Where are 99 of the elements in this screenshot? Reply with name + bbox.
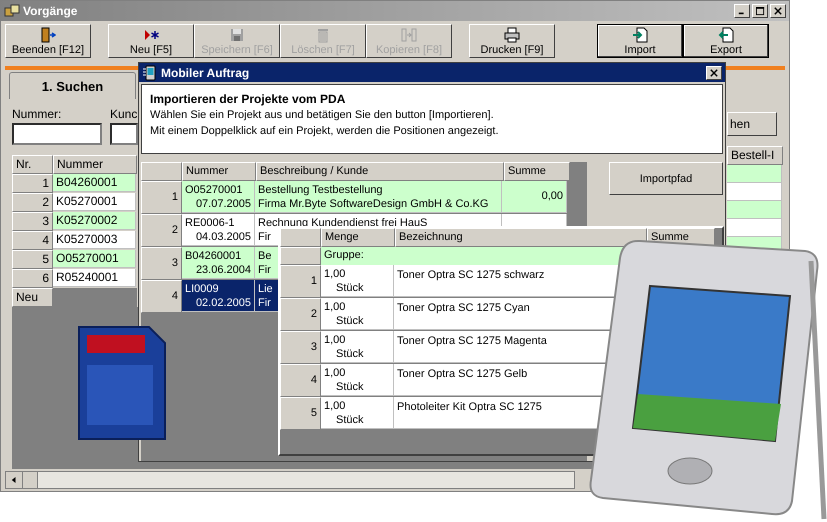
project-date: 23.06.2004 bbox=[196, 263, 251, 277]
project-date: 04.03.2005 bbox=[196, 230, 251, 244]
unit: Stück bbox=[335, 347, 364, 361]
row-number: 6 bbox=[12, 269, 53, 288]
toolbar-button[interactable]: Drucken [F9] bbox=[469, 24, 555, 58]
project-description: Be bbox=[258, 249, 272, 263]
row-number: 3 bbox=[280, 331, 321, 364]
export-document-icon bbox=[718, 26, 734, 42]
column-header: Nr. bbox=[12, 155, 53, 174]
handheld-device-icon bbox=[142, 64, 158, 80]
maximize-icon bbox=[756, 6, 764, 16]
project-number: LI0009 bbox=[185, 282, 219, 296]
trash-can-icon bbox=[315, 26, 331, 42]
unit: Stück bbox=[335, 380, 364, 394]
table-cell: R05240001 bbox=[53, 269, 136, 287]
row-number: 2 bbox=[12, 193, 53, 212]
customer-name: Fir bbox=[258, 296, 271, 310]
toolbar-button[interactable]: Import bbox=[597, 24, 683, 58]
window-title: Vorgänge bbox=[23, 4, 78, 18]
horizontal-scrollbar[interactable] bbox=[5, 471, 575, 489]
customer-name: Fir bbox=[258, 263, 271, 277]
quantity: 1,00 bbox=[324, 399, 346, 413]
quantity: 1,00 bbox=[324, 267, 346, 281]
row-number: 4 bbox=[280, 364, 321, 397]
printer-icon bbox=[504, 26, 520, 42]
project-description: Rechnung Kundendienst frei HauS bbox=[258, 216, 428, 230]
row-number: 5 bbox=[280, 397, 321, 430]
row-number: 2 bbox=[280, 298, 321, 331]
quantity: 1,00 bbox=[324, 333, 346, 347]
row-number: 5 bbox=[12, 250, 53, 269]
new-row-label: Neu bbox=[12, 288, 53, 307]
toolbar-button[interactable]: Export bbox=[683, 24, 769, 58]
project-date: 02.02.2005 bbox=[196, 296, 251, 310]
search-tab[interactable]: 1. Suchen bbox=[9, 72, 136, 99]
project-number: O05270001 bbox=[185, 183, 242, 197]
quantity: 1,00 bbox=[324, 300, 346, 314]
search-button[interactable]: hen bbox=[727, 112, 777, 136]
row-number: 3 bbox=[12, 212, 53, 231]
minimize-button[interactable] bbox=[734, 4, 750, 18]
column-header: Menge bbox=[321, 228, 395, 247]
info-heading: Importieren der Projekte vom PDA bbox=[150, 91, 346, 107]
scroll-thumb[interactable] bbox=[23, 472, 38, 488]
left-arrow-icon bbox=[11, 476, 17, 484]
input-field[interactable] bbox=[12, 123, 102, 145]
unit: Stück bbox=[335, 281, 364, 295]
header-corner bbox=[141, 162, 182, 181]
close-button[interactable] bbox=[706, 66, 722, 80]
quantity: 1,00 bbox=[324, 366, 346, 380]
table-cell bbox=[727, 183, 782, 201]
unit: Stück bbox=[335, 314, 364, 328]
import-document-icon bbox=[632, 26, 648, 42]
door-icon bbox=[40, 26, 56, 42]
row-number: 2 bbox=[141, 214, 182, 247]
field-label: Kunc bbox=[110, 107, 138, 121]
close-icon bbox=[774, 7, 782, 15]
row-number: 4 bbox=[141, 280, 182, 313]
table-cell: K05270003 bbox=[53, 231, 136, 249]
row-number: 1 bbox=[12, 174, 53, 193]
copy-arrows-icon bbox=[401, 26, 417, 42]
unit: Stück bbox=[335, 413, 364, 427]
project-description: Lie bbox=[258, 282, 273, 296]
column-header: Summe bbox=[504, 162, 570, 181]
column-header: Nummer bbox=[53, 155, 137, 174]
input-field[interactable] bbox=[110, 123, 138, 145]
table-cell: O05270001 bbox=[53, 250, 136, 268]
project-number: B04260001 bbox=[185, 249, 242, 263]
table-cell bbox=[727, 165, 782, 183]
project-description: Bestellung Testbestellung bbox=[258, 183, 383, 197]
toolbar-button[interactable]: Beenden [F12] bbox=[5, 24, 91, 58]
table-cell: K05270002 bbox=[53, 212, 136, 230]
table-cell bbox=[727, 201, 782, 219]
maximize-button[interactable] bbox=[752, 4, 768, 18]
row-number: 3 bbox=[141, 247, 182, 280]
customer-name: Firma Mr.Byte SoftwareDesign GmbH & Co.KG bbox=[258, 197, 488, 211]
project-date: 07.07.2005 bbox=[196, 197, 251, 211]
dialog-title: Mobiler Auftrag bbox=[161, 66, 250, 80]
info-text: Wählen Sie ein Projekt aus und betätigen Sie den button [Importieren]. bbox=[150, 108, 495, 123]
column-header: Bestell-I bbox=[727, 146, 783, 165]
table-cell: K05270001 bbox=[53, 193, 136, 211]
column-header: Beschreibung / Kunde bbox=[256, 162, 504, 181]
import-path-button[interactable]: Importpfad bbox=[609, 162, 723, 195]
group-label: Gruppe: bbox=[323, 248, 365, 263]
sum-cell: 0,00 bbox=[502, 181, 567, 213]
row-number: 4 bbox=[12, 231, 53, 250]
scroll-left-button[interactable] bbox=[6, 472, 23, 488]
project-number: RE0006-1 bbox=[185, 216, 235, 230]
field-label: Nummer: bbox=[12, 107, 62, 121]
customer-name: Fir bbox=[258, 230, 271, 244]
close-icon bbox=[710, 68, 718, 76]
row-number: 1 bbox=[280, 265, 321, 298]
row-number: 1 bbox=[141, 181, 182, 214]
table-cell bbox=[727, 219, 782, 237]
toolbar-button[interactable]: Neu [F5] bbox=[108, 24, 194, 58]
table-cell: B04260001 bbox=[53, 174, 136, 192]
info-text: Mit einem Doppelklick auf ein Projekt, werden die Positionen angezeigt. bbox=[150, 124, 500, 139]
close-button[interactable] bbox=[770, 4, 786, 18]
column-header: Bezeichnung bbox=[395, 228, 647, 247]
column-header: Nummer bbox=[182, 162, 256, 181]
boxes-icon bbox=[4, 3, 20, 19]
